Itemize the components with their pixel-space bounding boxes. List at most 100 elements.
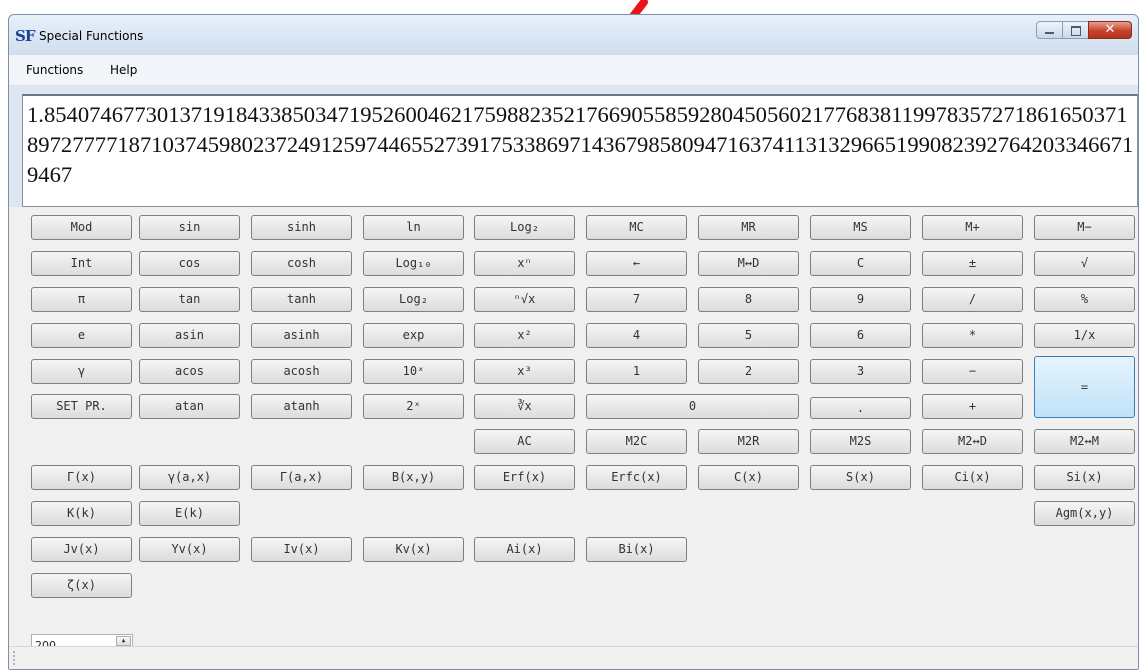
key-buttons-row4-9-button[interactable]: 1/x <box>1034 323 1135 348</box>
key-buttons-equals-button[interactable]: = <box>1034 356 1135 418</box>
key-buttons-row6-0-button[interactable]: SET PR. <box>31 394 132 419</box>
key-buttons-row8-0-button[interactable]: Γ(x) <box>31 465 132 490</box>
window-controls: ✕ <box>1036 21 1132 39</box>
key-buttons-row4-5-button[interactable]: 4 <box>586 323 687 348</box>
key-buttons-row8-3-button[interactable]: B(x,y) <box>363 465 464 490</box>
key-buttons-row10-0-button[interactable]: Jv(x) <box>31 537 132 562</box>
key-buttons-row8-8-button[interactable]: Ci(x) <box>922 465 1023 490</box>
key-buttons-row1-9-button[interactable]: M− <box>1034 215 1135 240</box>
key-buttons-row7-3-button[interactable]: M2S <box>810 429 911 454</box>
key-buttons-row5-4-button[interactable]: x³ <box>474 359 575 384</box>
key-buttons-row3-2-button[interactable]: tanh <box>251 287 352 312</box>
key-buttons-row2-2-button[interactable]: cosh <box>251 251 352 276</box>
key-buttons-row2-4-button[interactable]: xⁿ <box>474 251 575 276</box>
key-buttons-row10-1-button[interactable]: Yv(x) <box>139 537 240 562</box>
key-buttons-agm-button[interactable]: Agm(x,y) <box>1034 501 1135 526</box>
key-buttons-dot-button[interactable]: . <box>810 397 911 419</box>
result-display[interactable]: 1.85407467730137191843385034719526004621… <box>22 94 1138 207</box>
key-buttons-row10-3-button[interactable]: Kv(x) <box>363 537 464 562</box>
key-buttons-plus-button[interactable]: + <box>922 394 1023 419</box>
key-buttons-row1-5-button[interactable]: MC <box>586 215 687 240</box>
key-buttons-row3-9-button[interactable]: % <box>1034 287 1135 312</box>
key-buttons-row3-7-button[interactable]: 9 <box>810 287 911 312</box>
key-buttons-row4-4-button[interactable]: x² <box>474 323 575 348</box>
key-buttons-row1-6-button[interactable]: MR <box>698 215 799 240</box>
key-buttons-row5-2-button[interactable]: acosh <box>251 359 352 384</box>
key-buttons-row1-3-button[interactable]: ln <box>363 215 464 240</box>
key-buttons-row3-8-button[interactable]: / <box>922 287 1023 312</box>
key-buttons-row4-7-button[interactable]: 6 <box>810 323 911 348</box>
key-buttons-row2-7-button[interactable]: C <box>810 251 911 276</box>
key-buttons-row4-8-button[interactable]: * <box>922 323 1023 348</box>
key-buttons-row2-0-button[interactable]: Int <box>31 251 132 276</box>
title-bar: SF Special Functions ✕ <box>9 15 1138 55</box>
button-panel: 200 ▲ ▼ ModsinsinhlnLog₂MCMRMSM+M−Intcos… <box>9 207 1138 669</box>
key-buttons-row5-1-button[interactable]: acos <box>139 359 240 384</box>
key-buttons-row7-2-button[interactable]: M2R <box>698 429 799 454</box>
close-button[interactable]: ✕ <box>1088 21 1132 39</box>
menu-help[interactable]: Help <box>110 63 137 77</box>
key-buttons-row3-0-button[interactable]: π <box>31 287 132 312</box>
key-buttons-row3-4-button[interactable]: ⁿ√x <box>474 287 575 312</box>
app-window: SF Special Functions ✕ Functions Help 1.… <box>8 14 1139 670</box>
key-buttons-row1-4-button[interactable]: Log₂ <box>474 215 575 240</box>
key-buttons-row5-7-button[interactable]: 3 <box>810 359 911 384</box>
key-buttons-row6-3-button[interactable]: 2ˣ <box>363 394 464 419</box>
key-buttons-row2-6-button[interactable]: M↔D <box>698 251 799 276</box>
key-buttons-row6-1-button[interactable]: atan <box>139 394 240 419</box>
key-buttons-row9-0-button[interactable]: K(k) <box>31 501 132 526</box>
key-buttons-row4-0-button[interactable]: e <box>31 323 132 348</box>
result-value: 1.85407467730137191843385034719526004621… <box>27 102 1134 187</box>
key-buttons-row5-3-button[interactable]: 10ˣ <box>363 359 464 384</box>
key-buttons-row1-8-button[interactable]: M+ <box>922 215 1023 240</box>
key-buttons-row1-2-button[interactable]: sinh <box>251 215 352 240</box>
key-buttons-row10-2-button[interactable]: Iv(x) <box>251 537 352 562</box>
key-buttons-row1-0-button[interactable]: Mod <box>31 215 132 240</box>
key-buttons-row1-7-button[interactable]: MS <box>810 215 911 240</box>
key-buttons-row7-0-button[interactable]: AC <box>474 429 575 454</box>
menu-functions[interactable]: Functions <box>26 63 83 77</box>
key-buttons-row3-6-button[interactable]: 8 <box>698 287 799 312</box>
key-buttons-zero-button[interactable]: 0 <box>586 394 799 419</box>
key-buttons-row7-1-button[interactable]: M2C <box>586 429 687 454</box>
status-grip-icon <box>13 651 21 665</box>
key-buttons-row7-4-button[interactable]: M2↔D <box>922 429 1023 454</box>
key-buttons-row3-3-button[interactable]: Log₂ <box>363 287 464 312</box>
key-buttons-row5-6-button[interactable]: 2 <box>698 359 799 384</box>
key-buttons-row8-1-button[interactable]: γ(a,x) <box>139 465 240 490</box>
key-buttons-row2-9-button[interactable]: √ <box>1034 251 1135 276</box>
key-buttons-row8-4-button[interactable]: Erf(x) <box>474 465 575 490</box>
key-buttons-row9-1-button[interactable]: E(k) <box>139 501 240 526</box>
menu-bar: Functions Help <box>9 55 1138 86</box>
app-logo-icon: SF <box>15 27 36 45</box>
key-buttons-row4-1-button[interactable]: asin <box>139 323 240 348</box>
key-buttons-row11-0-button[interactable]: ζ(x) <box>31 573 132 598</box>
key-buttons-row8-6-button[interactable]: C(x) <box>698 465 799 490</box>
key-buttons-row4-2-button[interactable]: asinh <box>251 323 352 348</box>
key-buttons-row3-1-button[interactable]: tan <box>139 287 240 312</box>
key-buttons-row8-2-button[interactable]: Γ(a,x) <box>251 465 352 490</box>
key-buttons-row10-5-button[interactable]: Bi(x) <box>586 537 687 562</box>
key-buttons-row2-5-button[interactable]: ← <box>586 251 687 276</box>
spin-up-icon[interactable]: ▲ <box>116 636 131 646</box>
key-buttons-row8-9-button[interactable]: Si(x) <box>1034 465 1135 490</box>
key-buttons-row5-5-button[interactable]: 1 <box>586 359 687 384</box>
status-bar <box>9 646 1138 669</box>
key-buttons-row2-1-button[interactable]: cos <box>139 251 240 276</box>
key-buttons-row1-1-button[interactable]: sin <box>139 215 240 240</box>
key-buttons-row4-3-button[interactable]: exp <box>363 323 464 348</box>
key-buttons-row4-6-button[interactable]: 5 <box>698 323 799 348</box>
key-buttons-row8-5-button[interactable]: Erfc(x) <box>586 465 687 490</box>
minimize-button[interactable] <box>1036 21 1062 39</box>
key-buttons-row10-4-button[interactable]: Ai(x) <box>474 537 575 562</box>
key-buttons-row2-8-button[interactable]: ± <box>922 251 1023 276</box>
maximize-button[interactable] <box>1062 21 1088 39</box>
key-buttons-row2-3-button[interactable]: Log₁₀ <box>363 251 464 276</box>
key-buttons-row6-4-button[interactable]: ∛x <box>474 394 575 419</box>
key-buttons-row8-7-button[interactable]: S(x) <box>810 465 911 490</box>
key-buttons-row5-8-button[interactable]: − <box>922 359 1023 384</box>
key-buttons-row6-2-button[interactable]: atanh <box>251 394 352 419</box>
key-buttons-row5-0-button[interactable]: γ <box>31 359 132 384</box>
key-buttons-row7-5-button[interactable]: M2↔M <box>1034 429 1135 454</box>
key-buttons-row3-5-button[interactable]: 7 <box>586 287 687 312</box>
